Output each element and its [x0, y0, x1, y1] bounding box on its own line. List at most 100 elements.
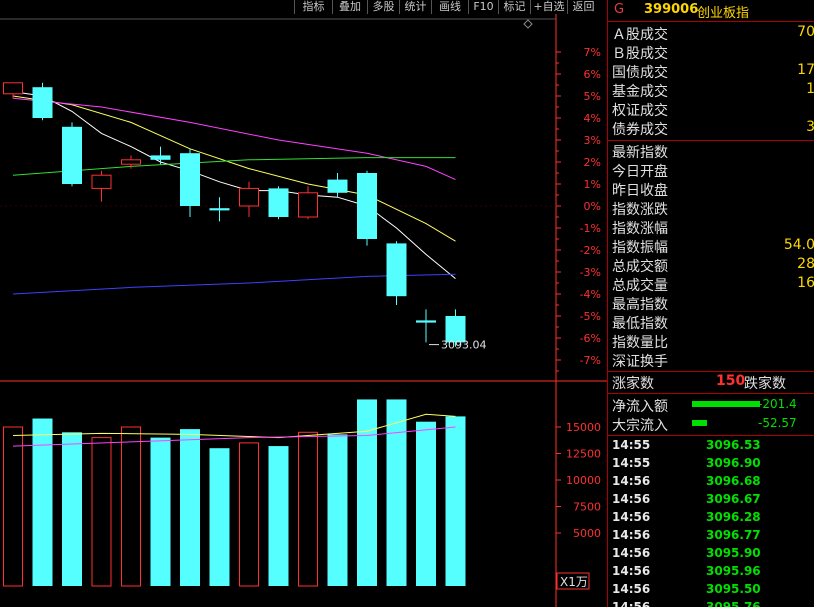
tick-price: 3096.67 [706, 492, 761, 506]
candle-body [357, 173, 377, 239]
price-axis-label: 3% [584, 134, 601, 147]
stat-label: 权证成交 [612, 103, 668, 119]
divider [608, 21, 814, 22]
divider [608, 393, 814, 394]
toolbar-button-7[interactable]: +自选 [530, 0, 567, 14]
volume-bar [298, 431, 318, 587]
stat-value: 1 [728, 81, 814, 97]
tick-time: 14:56 [612, 474, 651, 488]
divider [608, 140, 814, 141]
volume-bar [62, 432, 82, 586]
stat-label: 深证换手 [612, 354, 668, 370]
flow-value: -201.4 [758, 397, 797, 411]
toolbar-button-2[interactable]: 多股 [367, 0, 399, 14]
stat-row: Ａ股成交 70 [608, 24, 814, 43]
stat-label: Ｂ股成交 [612, 46, 668, 62]
volume-bar [386, 399, 407, 586]
volume-bar [32, 418, 53, 586]
tick-price: 3095.76 [706, 600, 761, 607]
stat-row: 基金成交 1 [608, 81, 814, 100]
group-badge: G [614, 2, 625, 17]
diamond-icon [523, 19, 533, 29]
price-axis-label: 7% [584, 46, 601, 59]
index-info-panel: G 399006 创业板指 Ａ股成交 70 Ｂ股成交国债成交 17 基金成交 1 权证成交债… [607, 0, 814, 607]
tick-price: 3095.50 [706, 582, 761, 596]
candle-body [327, 179, 348, 193]
stat-label: 总成交额 [612, 259, 668, 275]
candle-body [180, 153, 200, 206]
toolbar-button-8[interactable]: 返回 [567, 0, 599, 14]
price-axis-label: 0% [584, 200, 601, 213]
price-axis-label: -1% [580, 222, 601, 235]
price-axis-label: -7% [580, 354, 601, 367]
stat-label: 总成交量 [612, 278, 668, 294]
tick-row: 14:56 3096.67 [608, 491, 814, 509]
stat-row: 权证成交 [608, 100, 814, 119]
flow-value: -52.57 [758, 416, 797, 430]
stat-row: 指数量比 [608, 332, 814, 351]
candle-body [416, 320, 436, 323]
price-axis-label: -4% [580, 288, 601, 301]
stat-label: 最新指数 [612, 145, 668, 161]
volume-axis-label: 7500 [573, 501, 601, 514]
tick-row: 14:56 3095.90 [608, 545, 814, 563]
flow-row: 大宗流入 -52.57 [608, 415, 814, 434]
volume-bar [91, 437, 112, 587]
stat-row: 最低指数 [608, 313, 814, 332]
tick-time: 14:56 [612, 600, 651, 607]
divider [608, 435, 814, 436]
tick-row: 14:56 3096.77 [608, 527, 814, 545]
toolbar-button-0[interactable]: 指标 [294, 0, 332, 14]
volume-axis-label: 5000 [573, 527, 601, 540]
volume-bar [209, 448, 230, 586]
stat-row: 最新指数 [608, 142, 814, 161]
tick-time: 14:56 [612, 492, 651, 506]
tick-time: 14:56 [612, 582, 651, 596]
tick-price: 3095.96 [706, 564, 761, 578]
volume-unit-label: X1万 [560, 575, 588, 589]
stat-row: 指数涨跌 [608, 199, 814, 218]
tick-row: 14:56 3095.50 [608, 581, 814, 599]
stat-value: 16 [797, 275, 814, 291]
stat-label: 最高指数 [612, 297, 668, 313]
flow-bar [692, 420, 707, 426]
panel-header: G 399006 创业板指 [608, 0, 814, 21]
tick-time: 14:55 [612, 438, 651, 452]
volume-bar [445, 416, 466, 586]
price-axis-label: -5% [580, 310, 601, 323]
stat-label: 今日开盘 [612, 164, 668, 180]
flow-label: 净流入额 [612, 399, 668, 415]
volume-bar [121, 426, 141, 587]
stat-label: 最低指数 [612, 316, 668, 332]
volume-axis-label: 12500 [566, 448, 601, 461]
tick-price: 3096.28 [706, 510, 761, 524]
tick-time: 14:56 [612, 510, 651, 524]
tick-row: 14:56 3096.68 [608, 473, 814, 491]
volume-bar [416, 421, 436, 586]
index-code: 399006 [644, 2, 699, 17]
stat-label: 指数振幅 [612, 240, 668, 256]
toolbar-button-4[interactable]: 画线 [431, 0, 468, 14]
flow-bar [692, 401, 760, 407]
tick-time: 14:55 [612, 456, 651, 470]
stat-row: 今日开盘 [608, 161, 814, 180]
tick-row: 14:56 3096.28 [608, 509, 814, 527]
candle-body [62, 126, 82, 184]
stat-label: 指数涨幅 [612, 221, 668, 237]
tick-row: 14:55 3096.90 [608, 455, 814, 473]
toolbar-button-1[interactable]: 叠加 [332, 0, 367, 14]
candle-body [209, 208, 230, 211]
candle-body [121, 159, 141, 165]
tick-row: 14:56 3095.76 [608, 599, 814, 607]
price-axis-label: 2% [584, 156, 601, 169]
last-price-label: 3093.04 [441, 339, 487, 352]
toolbar-button-6[interactable]: 标记 [498, 0, 530, 14]
price-axis-label: 6% [584, 68, 601, 81]
toolbar-button-5[interactable]: F10 [468, 0, 498, 14]
tick-time: 14:56 [612, 564, 651, 578]
index-name: 创业板指 [697, 6, 750, 21]
stat-value: 17 [797, 62, 814, 78]
stat-row: 总成交额 28 [608, 256, 814, 275]
kline-chart[interactable]: 7% 6% 5% 4% 3% 2% 1% 0% -1% -2% -3% -4% -5% -6% -7% 150… [0, 14, 607, 607]
toolbar-button-3[interactable]: 统计 [399, 0, 431, 14]
